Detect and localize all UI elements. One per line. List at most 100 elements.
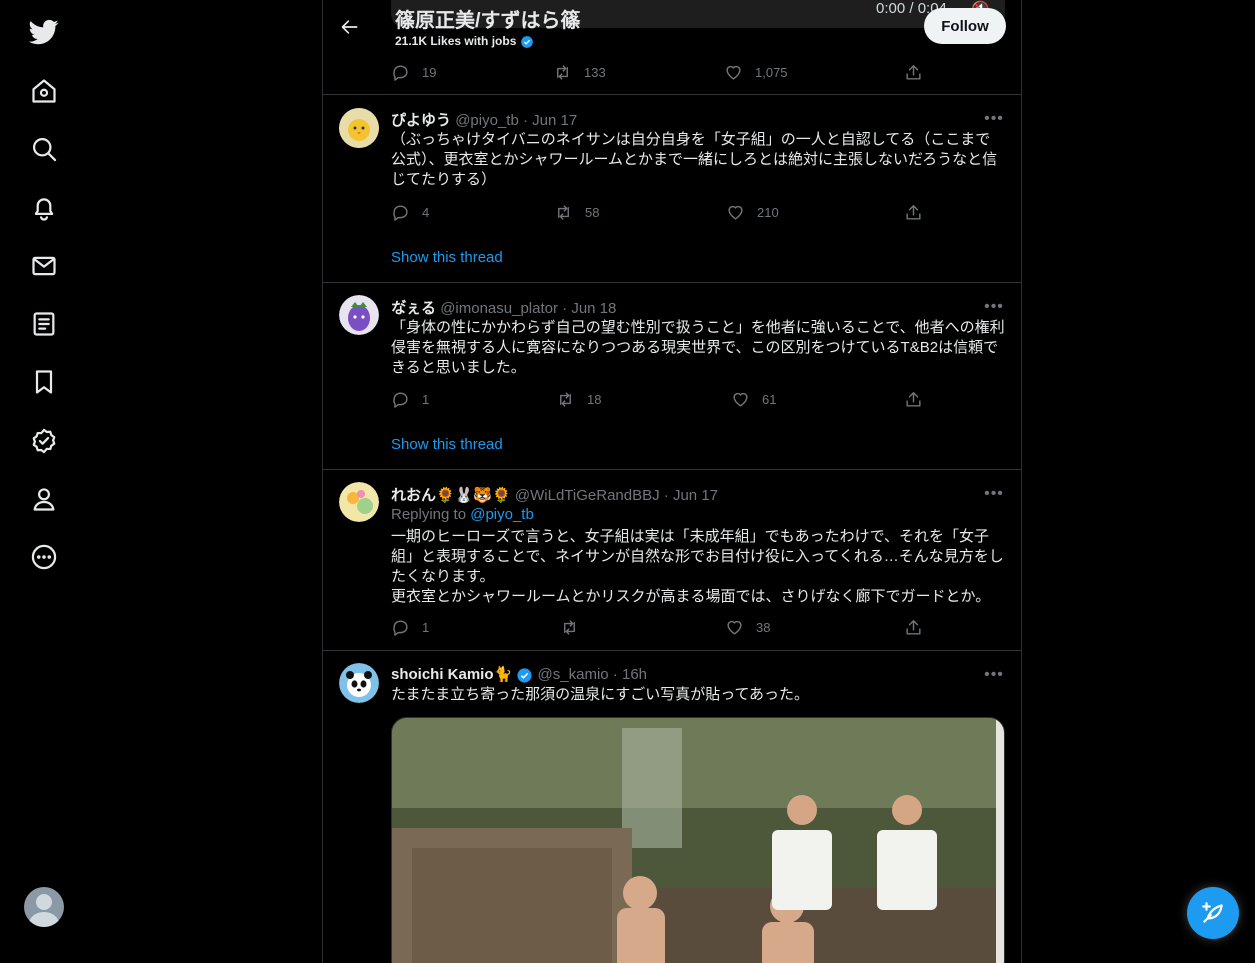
bookmark-icon[interactable]: [22, 360, 66, 404]
tweet-date[interactable]: Jun 17: [532, 112, 577, 129]
reply-icon: [393, 392, 408, 408]
tweet[interactable]: ぴよゆう @piyo_tb · Jun 17 ••• （ぶっちゃけタイバニのネイ…: [323, 95, 1021, 283]
feather-plus-icon: [1202, 902, 1223, 923]
like-count: 38: [756, 620, 771, 635]
follow-button[interactable]: Follow: [924, 8, 1006, 44]
reply-icon: [393, 65, 408, 81]
handle[interactable]: @WiLdTiGeRandBBJ: [515, 487, 660, 504]
tweet-actions: 4 58 210: [391, 203, 927, 223]
retweet-count: 18: [587, 392, 602, 407]
tweet-photo[interactable]: [391, 717, 1005, 963]
eggplant-avatar-icon: [339, 295, 379, 335]
retweet-count: 58: [585, 205, 600, 220]
show-thread-link[interactable]: Show this thread: [391, 249, 503, 266]
more-options-icon[interactable]: •••: [983, 486, 1005, 508]
account-avatar[interactable]: [24, 887, 64, 927]
share-icon: [906, 392, 921, 407]
like-button[interactable]: 38: [725, 618, 770, 637]
display-name[interactable]: ぴよゆう: [391, 112, 451, 129]
reply-button[interactable]: 4: [391, 203, 429, 222]
avatar[interactable]: [339, 108, 379, 148]
share-button[interactable]: [904, 618, 923, 637]
reply-count: 1: [422, 392, 430, 407]
like-button[interactable]: 210: [726, 203, 779, 222]
retweet-button[interactable]: 58: [554, 203, 599, 222]
tweet-header: な゙ぇる @imonasu_plator · Jun 18: [391, 300, 617, 317]
compose-tweet-button[interactable]: [1187, 887, 1239, 939]
tweet-header: れおん🌻🐰🐯🌻 @WiLdTiGeRandBBJ · Jun 17: [391, 487, 719, 504]
retweet-icon: [558, 205, 569, 220]
tweet-text: 「身体の性にかかわらず自己の望む性別で扱うこと」を他者に強いることで、他者への権…: [391, 319, 1005, 376]
verified-icon: [517, 667, 532, 683]
reply-icon: [393, 620, 408, 636]
show-thread-link[interactable]: Show this thread: [391, 436, 503, 453]
illustration-avatar-icon: [339, 482, 379, 522]
like-button[interactable]: 1,075: [724, 63, 788, 82]
timeline-column: 0:00 / 0:04 🔇 篠原正美/すずはら篠 21.1K Likes wit…: [322, 0, 1022, 963]
retweet-button[interactable]: [560, 618, 591, 637]
retweet-icon: [557, 65, 568, 80]
onsen-photo-image: [392, 718, 1004, 963]
profile-likes-count: 21.1K Likes with jobs: [395, 34, 534, 49]
reply-count: 19: [422, 65, 437, 80]
heart-icon: [728, 205, 743, 220]
reply-button[interactable]: 1: [391, 618, 429, 637]
reply-icon: [393, 205, 408, 221]
tweet-actions: 1 18 61: [391, 390, 927, 410]
overlay-text: with jobs: [464, 34, 517, 48]
avatar[interactable]: [339, 482, 379, 522]
like-count: 61: [762, 392, 777, 407]
verified-icon: [520, 35, 533, 48]
messages-envelope-icon[interactable]: [22, 244, 66, 288]
retweet-icon: [564, 620, 575, 635]
reply-button[interactable]: 19: [391, 63, 436, 82]
replying-to-handle[interactable]: @piyo_tb: [470, 506, 534, 523]
back-arrow-icon: [341, 20, 358, 34]
heart-icon: [733, 392, 748, 407]
panda-avatar-icon: [339, 663, 379, 703]
verified-badge-icon[interactable]: [22, 419, 66, 463]
retweet-button[interactable]: 18: [556, 390, 601, 409]
replying-to: Replying to @piyo_tb: [391, 506, 534, 523]
back-arrow-button[interactable]: [333, 10, 367, 44]
likes-count-text: 21.1K Likes: [395, 34, 462, 48]
display-name[interactable]: な゙ぇる: [391, 300, 436, 317]
heart-icon: [726, 65, 741, 80]
retweet-button[interactable]: 133: [553, 63, 606, 82]
handle[interactable]: @imonasu_plator: [440, 300, 558, 317]
avatar[interactable]: [339, 663, 379, 703]
reply-button[interactable]: 1: [391, 390, 429, 409]
chick-avatar-icon: [339, 108, 379, 148]
tweet[interactable]: な゙ぇる @imonasu_plator · Jun 18 ••• 「身体の性に…: [323, 283, 1021, 470]
handle[interactable]: @s_kamio: [538, 666, 609, 683]
notifications-bell-icon[interactable]: [22, 186, 66, 230]
tweet-actions: 19 133 1,075: [391, 63, 927, 83]
top-header: 0:00 / 0:04 🔇 篠原正美/すずはら篠 21.1K Likes wit…: [323, 0, 1021, 94]
share-icon: [906, 205, 921, 220]
tweet[interactable]: れおん🌻🐰🐯🌻 @WiLdTiGeRandBBJ · Jun 17 ••• Re…: [323, 470, 1021, 651]
like-button[interactable]: 61: [731, 390, 776, 409]
display-name[interactable]: shoichi Kamio🐈: [391, 666, 512, 683]
retweet-icon: [560, 392, 571, 407]
share-button[interactable]: [904, 203, 923, 222]
lists-icon[interactable]: [22, 302, 66, 346]
share-button[interactable]: [904, 63, 923, 82]
handle[interactable]: @piyo_tb: [455, 112, 519, 129]
avatar[interactable]: [339, 295, 379, 335]
profile-icon[interactable]: [22, 477, 66, 521]
tweet-date[interactable]: Jun 18: [571, 300, 616, 317]
heart-icon: [727, 620, 742, 635]
tweet-header: ぴよゆう @piyo_tb · Jun 17: [391, 112, 578, 129]
tweet-date[interactable]: 16h: [622, 666, 647, 683]
tweet-date[interactable]: Jun 17: [673, 487, 718, 504]
more-circle-icon[interactable]: [22, 535, 66, 579]
tweet-header: shoichi Kamio🐈 @s_kamio · 16h: [391, 666, 648, 683]
home-icon[interactable]: [22, 69, 66, 113]
profile-name: 篠原正美/すずはら篠: [395, 10, 581, 32]
tweet-text: 一期のヒーローズで言うと、女子組は実は「未成年組」でもあったわけで、それを「女子…: [391, 528, 1004, 605]
display-name[interactable]: れおん🌻🐰🐯🌻: [391, 487, 511, 504]
tweet-actions: 1 38: [391, 618, 927, 638]
twitter-logo-icon[interactable]: [22, 10, 66, 54]
search-icon[interactable]: [22, 127, 66, 171]
share-button[interactable]: [904, 390, 923, 409]
